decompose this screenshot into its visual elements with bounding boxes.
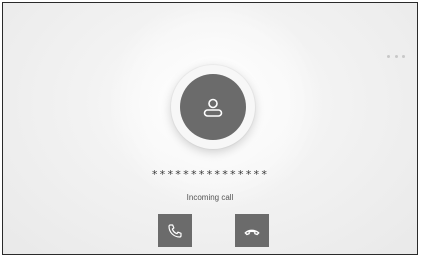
more-options-button[interactable] — [387, 51, 405, 61]
phone-icon — [168, 223, 182, 238]
answer-call-button[interactable] — [158, 214, 192, 247]
caller-number: *************** — [151, 168, 269, 181]
more-dot — [394, 54, 398, 58]
avatar — [180, 74, 246, 140]
incoming-call-screen: *************** Incoming call — [2, 2, 418, 255]
hang-up-icon — [244, 229, 260, 235]
avatar-ring — [171, 65, 255, 149]
call-status-label: Incoming call — [186, 193, 234, 202]
person-icon — [203, 98, 223, 117]
decline-call-button[interactable] — [235, 214, 269, 247]
more-dot — [402, 54, 405, 58]
more-dot — [387, 54, 390, 58]
